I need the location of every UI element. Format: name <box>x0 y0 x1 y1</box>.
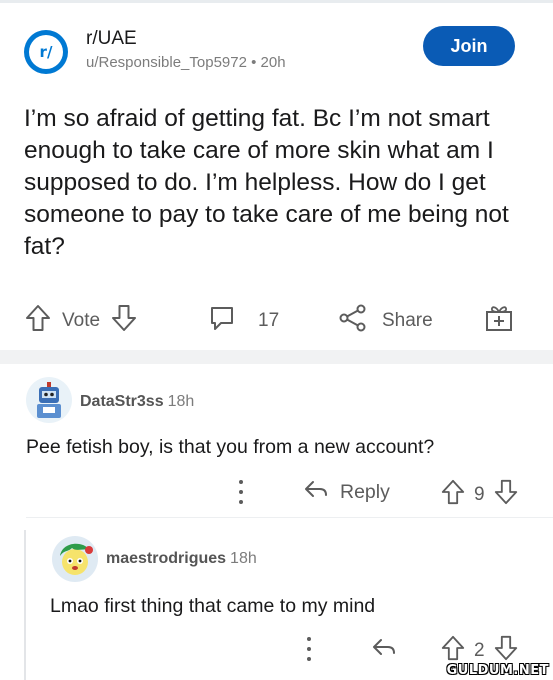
character-avatar-icon <box>60 543 93 575</box>
comment-score: 9 <box>474 484 485 505</box>
thread-line[interactable] <box>24 530 26 680</box>
reply-button[interactable]: Reply <box>302 477 390 507</box>
comment-vote-control: 9 <box>440 478 519 512</box>
gift-icon <box>484 303 514 339</box>
post-title: I’m so afraid of getting fat. Bc I’m not… <box>24 105 509 260</box>
post-author-meta[interactable]: u/Responsible_Top5972 • 20h <box>86 54 286 71</box>
comment-text: Pee fetish boy, is that you from a new a… <box>26 436 435 458</box>
share-button[interactable]: Share <box>338 300 433 342</box>
reply-button[interactable] <box>370 635 398 664</box>
share-label: Share <box>382 310 433 331</box>
username: maestrodrigues <box>106 550 227 567</box>
reply-arrow-icon <box>302 477 330 507</box>
username: DataStr3ss <box>80 393 164 410</box>
more-options-icon[interactable] <box>236 480 246 504</box>
reply-label: Reply <box>340 480 390 503</box>
upvote-icon[interactable] <box>24 303 52 339</box>
subreddit-name[interactable]: r/UAE <box>86 28 137 50</box>
downvote-icon[interactable] <box>110 303 138 339</box>
avatar[interactable] <box>26 377 72 423</box>
reply-arrow-icon <box>370 635 398 664</box>
comment-time: 18h <box>230 550 257 567</box>
vote-label: Vote <box>62 310 101 331</box>
upvote-icon[interactable] <box>440 478 466 512</box>
comment-author[interactable]: maestrodrigues 18h <box>106 550 257 568</box>
award-button[interactable] <box>484 300 514 342</box>
subreddit-icon-text: r/ <box>29 35 63 69</box>
post-action-bar: Vote 17 Share <box>24 300 529 342</box>
robot-avatar-icon <box>37 382 61 418</box>
join-button[interactable]: Join <box>423 26 515 66</box>
comment-count: 17 <box>258 310 280 331</box>
top-divider <box>0 0 553 3</box>
post-header: r/ r/UAE u/Responsible_Top5972 • 20h Joi… <box>24 26 529 76</box>
vote-control: Vote <box>24 300 138 342</box>
downvote-icon[interactable] <box>493 478 519 512</box>
watermark: GULDUM.NET <box>446 663 549 678</box>
share-icon <box>338 304 368 338</box>
more-options-icon[interactable] <box>304 637 314 661</box>
comments-button[interactable]: 17 <box>208 300 279 342</box>
subreddit-icon[interactable]: r/ <box>24 30 68 74</box>
avatar[interactable] <box>52 536 98 582</box>
comment-bubble-icon <box>208 304 236 338</box>
comment-time: 18h <box>167 393 195 410</box>
comment-author[interactable]: DataStr3ss 18h <box>80 393 194 411</box>
comment-score: 2 <box>474 640 485 661</box>
comment-text: Lmao first thing that came to my mind <box>50 595 376 617</box>
comment-separator <box>26 517 553 518</box>
section-divider <box>0 350 553 364</box>
